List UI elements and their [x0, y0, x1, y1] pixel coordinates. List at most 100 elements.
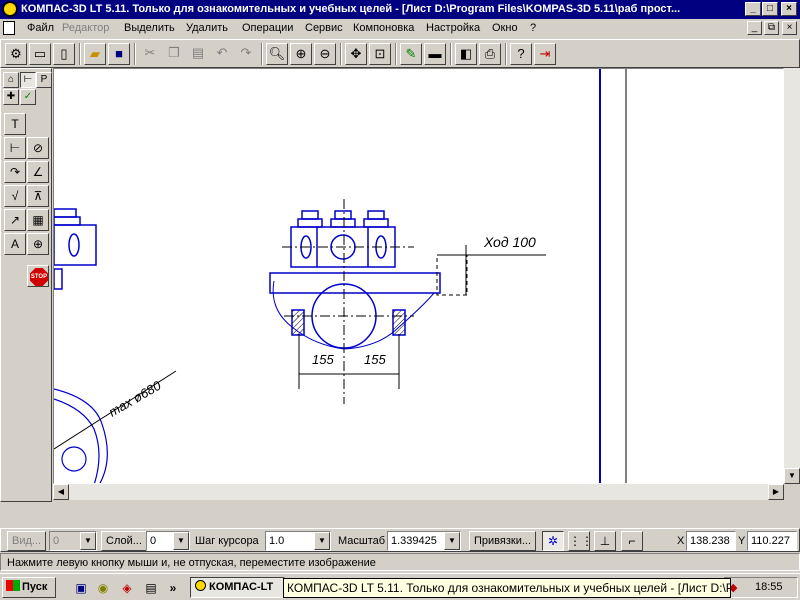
maximize-button[interactable]: □ [762, 2, 778, 16]
palette-tab-geometry[interactable]: ⌂ [3, 72, 19, 88]
x-coord-field[interactable]: 138.238 [686, 531, 736, 551]
app-quicklaunch-icon[interactable]: ▤ [142, 579, 160, 597]
settings-icon[interactable]: ⚙ [5, 43, 27, 65]
y-coord-field[interactable]: 110.227 [747, 531, 797, 551]
position-tool-icon[interactable]: A [4, 233, 26, 255]
title-bar[interactable]: КОМПАС-3D LT 5.11. Только для ознакомите… [0, 0, 800, 19]
center-mark-tool-icon[interactable]: ⊕ [27, 233, 49, 255]
layer-select[interactable]: 0 ▼ [146, 531, 190, 551]
zoom-out-icon[interactable]: ⊖ [314, 43, 336, 65]
stop-button[interactable]: STOP [27, 265, 49, 287]
scroll-down-button[interactable]: ▼ [784, 468, 800, 484]
edit-icon[interactable]: ✎ [400, 43, 422, 65]
menu-bar: Файл Редактор Выделить Удалить Операции … [0, 19, 800, 38]
help-icon[interactable]: ? [510, 43, 532, 65]
palette-tab-dimensions[interactable]: ⊢ [20, 72, 36, 88]
paste-icon[interactable]: ▤ [187, 43, 209, 65]
zoom-all-icon[interactable]: ⊡ [369, 43, 391, 65]
menu-delete[interactable]: Удалить [186, 22, 228, 34]
y-coord-label: Y [738, 535, 746, 547]
local-cs-icon[interactable]: ⊥ [594, 531, 616, 551]
view-button[interactable]: Вид... [7, 531, 47, 551]
palette-tab-edit[interactable]: ✚ [3, 89, 19, 105]
browser-icon[interactable]: ◉ [94, 579, 112, 597]
linear-dimension-tool-icon[interactable]: ⊢ [4, 137, 26, 159]
menu-help[interactable]: ? [530, 22, 536, 34]
chevron-down-icon[interactable]: ▼ [80, 532, 96, 550]
cursor-step-value: 1.0 [269, 535, 285, 547]
base-tool-icon[interactable]: ⊼ [27, 185, 49, 207]
diameter-tool-icon[interactable]: ⊘ [27, 137, 49, 159]
new-sheet-icon[interactable]: ▭ [29, 43, 51, 65]
layer-button[interactable]: Слой... [101, 531, 147, 551]
palette-tab-text[interactable]: P [36, 72, 52, 88]
drawing-canvas[interactable]: Ход 100 155 155 max ø680 [53, 68, 784, 484]
close-button[interactable]: × [781, 2, 797, 16]
zoom-window-icon[interactable]: 🔍︎ [266, 43, 288, 65]
text-tool-icon[interactable]: T [4, 113, 26, 135]
desktop-icon[interactable]: ▣ [72, 579, 90, 597]
clock[interactable]: 18:55 [755, 581, 783, 593]
menu-operations[interactable]: Операции [242, 22, 293, 34]
view-select[interactable]: 0 ▼ [49, 531, 97, 551]
chevron-down-icon[interactable]: ▼ [444, 532, 460, 550]
zoom-in-icon[interactable]: ⊕ [290, 43, 312, 65]
scroll-right-button[interactable]: ▶ [768, 484, 784, 500]
cursor-step-select[interactable]: 1.0 ▼ [265, 531, 331, 551]
roughness-tool-icon[interactable]: √ [4, 185, 26, 207]
exit-icon[interactable]: ⇥ [534, 43, 556, 65]
leader-tool-icon[interactable]: ↗ [4, 209, 26, 231]
table-tool-icon[interactable]: ▦ [27, 209, 49, 231]
arc-dimension-tool-icon[interactable]: ↷ [4, 161, 26, 183]
document-icon[interactable] [3, 21, 15, 35]
print-preview-icon[interactable]: ◧ [455, 43, 477, 65]
horizontal-scrollbar[interactable]: ◀ ▶ [53, 484, 784, 500]
window-title: КОМПАС-3D LT 5.11. Только для ознакомите… [21, 3, 681, 15]
stroke-label: Ход 100 [483, 234, 536, 250]
start-button[interactable]: Пуск [2, 577, 56, 598]
cut-icon[interactable]: ✂ [139, 43, 161, 65]
minimize-button[interactable]: _ [745, 2, 761, 16]
angle-tool-icon[interactable]: ∠ [27, 161, 49, 183]
status-message: Нажмите левую кнопку мыши и, не отпуская… [7, 557, 376, 569]
menu-settings[interactable]: Настройка [426, 22, 480, 34]
ortho-mode-icon[interactable]: ⌐ [621, 531, 643, 551]
palette-tab-measure[interactable]: ✓ [20, 89, 36, 105]
taskbar-kompas-button[interactable]: КОМПАС-LT [190, 577, 285, 598]
copy-icon[interactable]: ❐ [163, 43, 185, 65]
explorer-icon[interactable]: ◈ [118, 579, 136, 597]
more-quicklaunch-icon[interactable]: » [164, 579, 182, 597]
vertical-scrollbar[interactable]: ▼ [784, 68, 800, 484]
redo-icon[interactable]: ↷ [235, 43, 257, 65]
drawing-svg: Ход 100 155 155 max ø680 [54, 69, 627, 483]
scale-value: 1.339425 [391, 535, 437, 547]
print-icon[interactable]: ⎙ [479, 43, 501, 65]
chevron-down-icon[interactable]: ▼ [173, 532, 189, 550]
pan-icon[interactable]: ✥ [345, 43, 367, 65]
scroll-left-button[interactable]: ◀ [53, 484, 69, 500]
system-tray: ◆ 18:55 [724, 577, 798, 598]
layer-icon[interactable]: ▬ [424, 43, 446, 65]
mdi-close-button[interactable]: × [782, 21, 797, 35]
menu-window[interactable]: Окно [492, 22, 518, 34]
open-icon[interactable]: ▰ [84, 43, 106, 65]
menu-editor[interactable]: Редактор [62, 22, 109, 34]
chevron-down-icon[interactable]: ▼ [314, 532, 330, 550]
menu-layout[interactable]: Компоновка [353, 22, 414, 34]
kompas-app-icon[interactable] [2, 1, 18, 17]
grid-icon[interactable]: ⋮⋮ [568, 531, 593, 551]
snaps-button[interactable]: Привязки... [469, 531, 537, 551]
menu-service[interactable]: Сервис [305, 22, 343, 34]
save-icon[interactable]: ■ [108, 43, 130, 65]
dimension-left: 155 [312, 352, 334, 367]
snap-toggle-icon[interactable]: ✲ [542, 531, 564, 551]
menu-select[interactable]: Выделить [124, 22, 175, 34]
new-document-icon[interactable]: ▯ [53, 43, 75, 65]
undo-icon[interactable]: ↶ [211, 43, 233, 65]
scale-select[interactable]: 1.339425 ▼ [387, 531, 461, 551]
menu-file[interactable]: Файл [27, 22, 54, 34]
view-value: 0 [53, 535, 60, 547]
mdi-minimize-button[interactable]: _ [747, 21, 762, 35]
mdi-restore-button[interactable]: ⧉ [764, 21, 779, 35]
diameter-label: max ø680 [106, 377, 164, 419]
